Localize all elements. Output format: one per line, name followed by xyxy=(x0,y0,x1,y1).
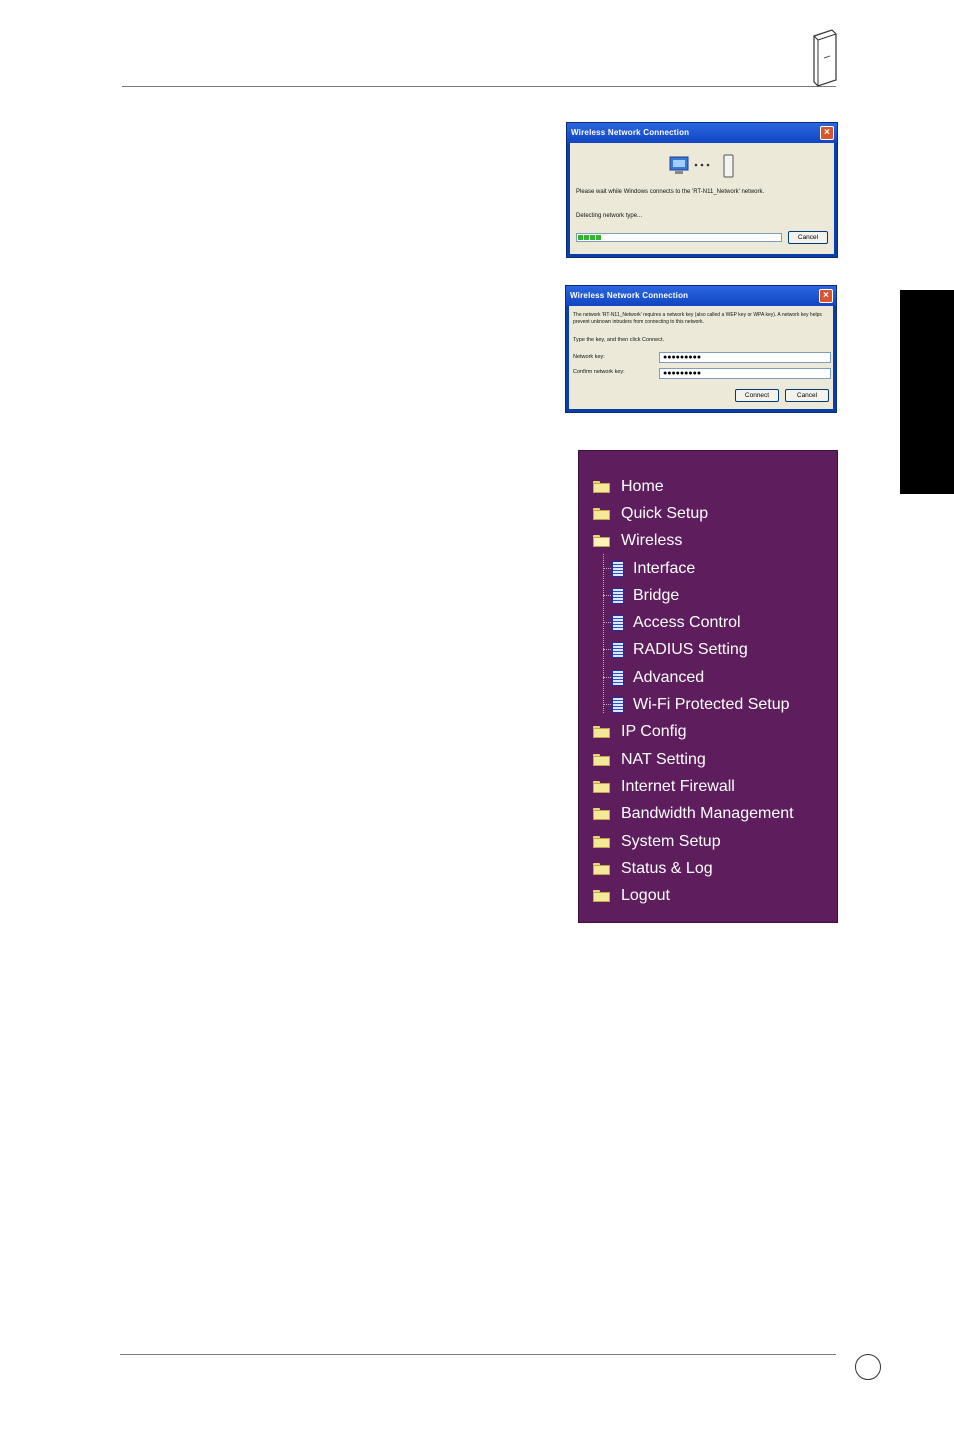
computer-to-network-icon xyxy=(669,154,734,178)
confirm-key-input[interactable]: ●●●●●●●●● xyxy=(659,368,831,379)
page-icon xyxy=(612,587,624,604)
menu-item-logout[interactable]: Logout xyxy=(593,882,670,909)
page-icon xyxy=(612,614,624,631)
folder-icon xyxy=(593,753,610,766)
connection-progress-bar xyxy=(576,233,782,242)
menu-item-quick-setup[interactable]: Quick Setup xyxy=(593,500,708,527)
network-key-instruction: Type the key, and then click Connect. xyxy=(573,337,665,343)
menu-item-wps[interactable]: Wi-Fi Protected Setup xyxy=(612,691,790,718)
network-key-dialog: Wireless Network Connection × The networ… xyxy=(565,285,837,413)
confirm-key-label: Confirm network key: xyxy=(573,369,625,375)
menu-item-internet-firewall[interactable]: Internet Firewall xyxy=(593,773,735,800)
network-key-dialog-body: The network 'RT-N11_Network' requires a … xyxy=(569,306,833,409)
router-nav-menu: Home Quick Setup Wireless Interface Brid… xyxy=(578,450,838,923)
menu-item-bridge[interactable]: Bridge xyxy=(612,582,679,609)
page-icon xyxy=(612,560,624,577)
folder-icon xyxy=(593,807,610,820)
menu-item-bandwidth-management[interactable]: Bandwidth Management xyxy=(593,800,794,827)
tree-connector xyxy=(603,649,611,650)
folder-icon xyxy=(593,507,610,520)
connect-button[interactable]: Connect xyxy=(735,389,779,402)
menu-item-label: System Setup xyxy=(621,832,721,850)
close-icon[interactable]: × xyxy=(820,126,834,140)
network-key-label: Network key: xyxy=(573,354,605,360)
connection-progress-fill xyxy=(578,235,603,240)
folder-icon xyxy=(593,725,610,738)
language-side-tab xyxy=(900,290,954,494)
menu-item-label: IP Config xyxy=(621,722,687,740)
connecting-dialog: Wireless Network Connection × Please wai… xyxy=(566,122,838,258)
cancel-button[interactable]: Cancel xyxy=(788,231,828,244)
tree-connector xyxy=(603,704,611,705)
menu-item-label: Bandwidth Management xyxy=(621,804,794,822)
folder-icon xyxy=(593,480,610,493)
network-key-message: The network 'RT-N11_Network' requires a … xyxy=(573,312,822,325)
menu-item-label: Wi-Fi Protected Setup xyxy=(633,695,790,713)
menu-item-label: Advanced xyxy=(633,668,705,686)
menu-item-wireless[interactable]: Wireless xyxy=(593,527,682,554)
menu-item-label: Interface xyxy=(633,559,696,577)
header-rule xyxy=(122,86,836,87)
menu-item-label: Bridge xyxy=(633,586,680,604)
network-key-input[interactable]: ●●●●●●●●● xyxy=(659,352,831,363)
footer-rule xyxy=(120,1354,836,1355)
network-key-dialog-titlebar: Wireless Network Connection × xyxy=(566,286,836,306)
folder-open-icon xyxy=(593,534,610,547)
tree-connector xyxy=(603,568,611,569)
menu-item-label: NAT Setting xyxy=(621,750,706,768)
network-key-dialog-title: Wireless Network Connection xyxy=(570,291,689,300)
menu-item-label: Access Control xyxy=(633,613,741,631)
connecting-dialog-body: Please wait while Windows connects to th… xyxy=(570,143,834,254)
tree-connector xyxy=(603,622,611,623)
router-device-icon xyxy=(813,29,837,87)
page-number-circle xyxy=(855,1354,881,1380)
menu-item-label: RADIUS Setting xyxy=(633,640,748,658)
menu-item-access-control[interactable]: Access Control xyxy=(612,609,741,636)
menu-item-label: Wireless xyxy=(621,531,683,549)
connecting-dialog-titlebar: Wireless Network Connection × xyxy=(567,123,837,143)
menu-item-system-setup[interactable]: System Setup xyxy=(593,828,721,855)
menu-item-label: Internet Firewall xyxy=(621,777,735,795)
menu-item-label: Quick Setup xyxy=(621,504,709,522)
menu-item-advanced[interactable]: Advanced xyxy=(612,664,704,691)
folder-icon xyxy=(593,835,610,848)
menu-item-nat-setting[interactable]: NAT Setting xyxy=(593,746,706,773)
folder-icon xyxy=(593,889,610,902)
menu-item-label: Status & Log xyxy=(621,859,713,877)
tree-connector xyxy=(603,677,611,678)
tree-connector xyxy=(603,554,604,713)
menu-item-label: Logout xyxy=(621,886,670,904)
page-icon xyxy=(612,669,624,686)
page-icon xyxy=(612,641,624,658)
menu-item-home[interactable]: Home xyxy=(593,473,664,500)
menu-item-interface[interactable]: Interface xyxy=(612,555,695,582)
menu-item-ip-config[interactable]: IP Config xyxy=(593,718,687,745)
close-icon[interactable]: × xyxy=(819,289,833,303)
cancel-button[interactable]: Cancel xyxy=(785,389,829,402)
menu-item-label: Home xyxy=(621,477,664,495)
menu-item-radius-setting[interactable]: RADIUS Setting xyxy=(612,636,748,663)
folder-icon xyxy=(593,862,610,875)
folder-icon xyxy=(593,780,610,793)
page-icon xyxy=(612,696,624,713)
connecting-dialog-title: Wireless Network Connection xyxy=(571,128,690,137)
tree-connector xyxy=(603,595,611,596)
connecting-status: Detecting network type... xyxy=(576,213,643,219)
menu-item-status-log[interactable]: Status & Log xyxy=(593,855,713,882)
connecting-message: Please wait while Windows connects to th… xyxy=(576,189,765,195)
